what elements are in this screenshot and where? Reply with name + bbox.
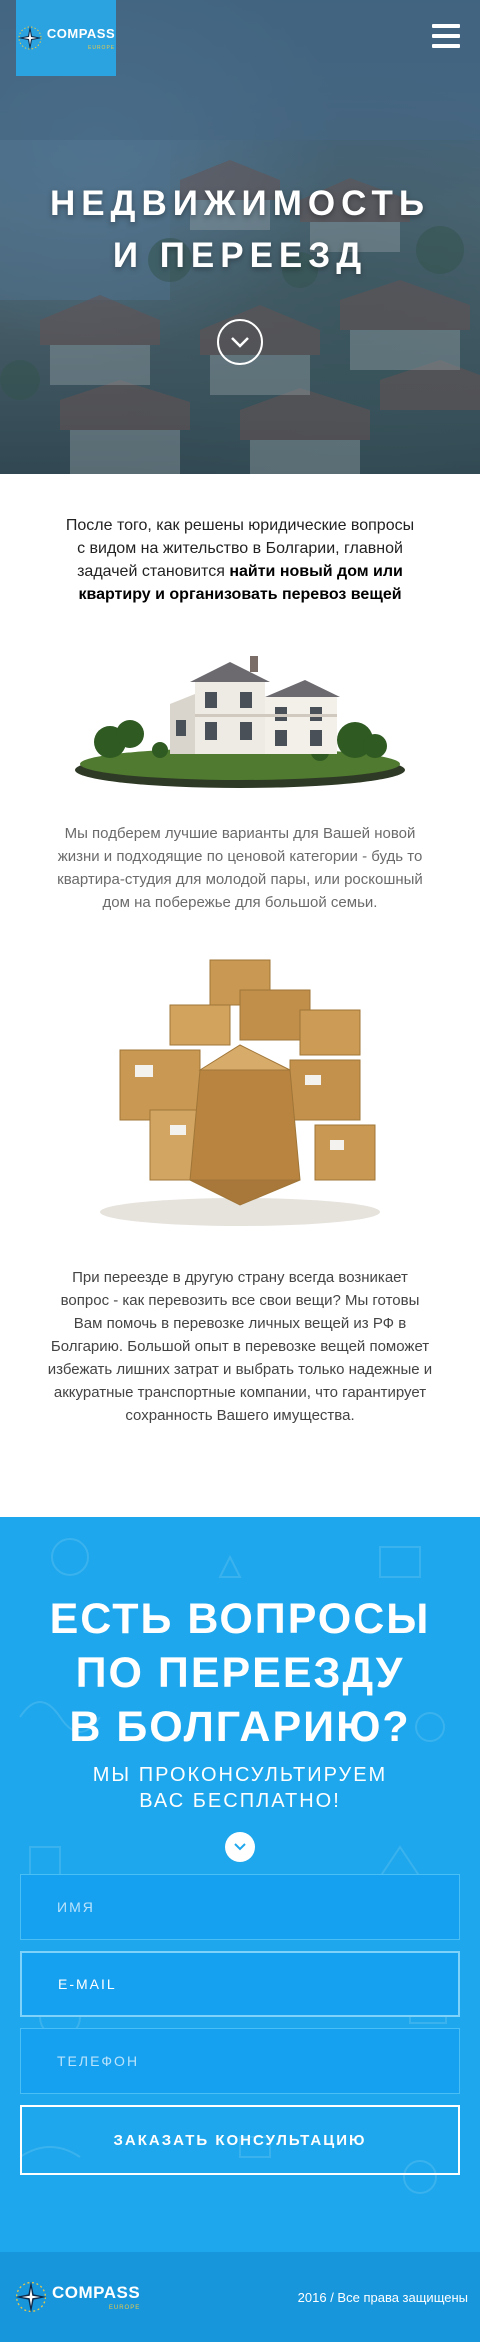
intro-paragraph: После того, как решены юридические вопро… xyxy=(24,514,456,606)
cta-subtitle-line1: МЫ ПРОКОНСУЛЬТИРУЕМ xyxy=(92,1764,388,1786)
logo-text: COMPASS xyxy=(46,26,116,41)
hero-title: НЕДВИЖИМОСТЬ И ПЕРЕЕЗД xyxy=(0,178,480,282)
email-field[interactable] xyxy=(20,1951,460,2017)
cta-title-line3: В БОЛГАРИЮ? xyxy=(69,1703,411,1751)
moving-boxes-image xyxy=(100,959,380,1226)
hero-section: COMPASS EUROPE НЕДВИЖИМОСТЬ И ПЕРЕЕЗД xyxy=(0,0,480,474)
consultation-section: ЕСТЬ ВОПРОСЫ ПО ПЕРЕЕЗДУ В БОЛГАРИЮ? МЫ … xyxy=(0,1517,480,2252)
footer-logo[interactable]: COMPASS EUROPE xyxy=(14,2280,140,2314)
compass-star-icon xyxy=(15,2281,47,2313)
hero-title-line2: И ПЕРЕЕЗД xyxy=(112,236,368,275)
logo-subtext: EUROPE xyxy=(88,45,116,51)
chevron-down-icon xyxy=(231,337,249,348)
order-consultation-button[interactable]: ЗАКАЗАТЬ КОНСУЛЬТАЦИЮ xyxy=(20,2105,460,2175)
content-section: После того, как решены юридические вопро… xyxy=(0,514,480,1427)
chevron-down-icon xyxy=(234,1843,246,1851)
cta-title: ЕСТЬ ВОПРОСЫ ПО ПЕРЕЕЗДУ В БОЛГАРИЮ? xyxy=(0,1517,480,1754)
cta-title-line2: ПО ПЕРЕЕЗДУ xyxy=(75,1649,405,1697)
consultation-form: ЗАКАЗАТЬ КОНСУЛЬТАЦИЮ xyxy=(0,1874,480,2175)
house-image xyxy=(75,656,405,788)
site-logo[interactable]: COMPASS EUROPE xyxy=(16,0,116,76)
name-field[interactable] xyxy=(20,1874,460,1940)
housing-paragraph: Мы подберем лучшие варианты для Вашей но… xyxy=(57,825,423,911)
footer: COMPASS EUROPE 2016 / Все права защищены xyxy=(0,2252,480,2342)
cta-subtitle: МЫ ПРОКОНСУЛЬТИРУЕМ ВАС БЕСПЛАТНО! xyxy=(0,1762,480,1814)
compass-star-icon xyxy=(17,26,42,50)
hero-title-line1: НЕДВИЖИМОСТЬ xyxy=(49,184,431,223)
cta-title-line1: ЕСТЬ ВОПРОСЫ xyxy=(49,1595,431,1643)
phone-field[interactable] xyxy=(20,2028,460,2094)
cta-subtitle-line2: ВАС БЕСПЛАТНО! xyxy=(139,1790,341,1812)
moving-paragraph: При переезде в другую страну всегда возн… xyxy=(47,1269,433,1424)
copyright-text: 2016 / Все права защищены xyxy=(297,2289,468,2305)
footer-logo-subtext: EUROPE xyxy=(108,2304,141,2311)
footer-logo-text: COMPASS xyxy=(52,2282,141,2302)
hamburger-menu-icon[interactable] xyxy=(432,24,460,48)
scroll-down-button[interactable] xyxy=(217,319,263,365)
scroll-to-form-button[interactable] xyxy=(225,1832,255,1862)
